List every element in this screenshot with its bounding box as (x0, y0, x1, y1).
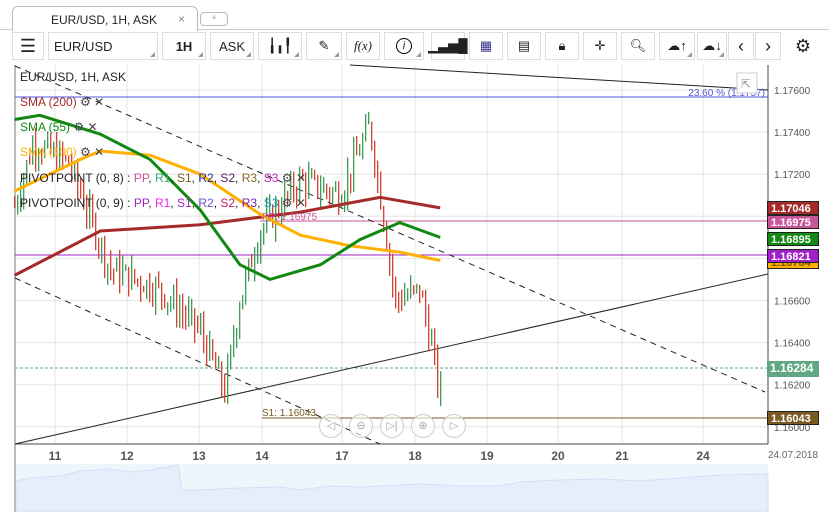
comma: , (235, 196, 242, 210)
r1: R1 (154, 171, 171, 185)
price-tick: 1.17200 (774, 170, 811, 181)
zoom-out-button[interactable]: ⊖ (349, 414, 373, 438)
close-icon[interactable]: ✕ (296, 196, 306, 210)
gear-icon[interactable]: ⚙ (80, 145, 91, 159)
reset-end-button[interactable]: ▷| (380, 414, 404, 438)
r3: R3 (241, 196, 258, 210)
time-tick: 14 (255, 449, 269, 463)
close-icon[interactable]: ✕ (94, 145, 104, 159)
pp-label: PP: 1.16975 (262, 212, 317, 223)
legend-sma55: SMA (55) ⚙ ✕ (20, 120, 98, 134)
scroll-right-button[interactable]: ▷ (442, 414, 466, 438)
close-icon[interactable]: ✕ (87, 120, 97, 134)
pivot8-label: PIVOTPOINT (0, 8) (20, 171, 124, 185)
time-tick: 13 (192, 449, 206, 463)
price-tick: 1.16600 (774, 297, 811, 308)
comma: , (170, 171, 177, 185)
sma55-label: SMA (55) (20, 120, 71, 134)
time-tick: 11 (49, 449, 62, 463)
price-tick: 1.16200 (774, 381, 811, 392)
gear-icon[interactable]: ⚙ (80, 95, 91, 109)
price-marker: 1.16284 (767, 361, 819, 377)
comma: , (257, 196, 264, 210)
s1: S1 (176, 171, 192, 185)
r2: R2 (198, 196, 214, 210)
zoom-in-button[interactable]: ⊕ (411, 414, 435, 438)
grid (15, 65, 768, 512)
r2: R2 (198, 171, 214, 185)
r1: R1 (154, 196, 171, 210)
comma: , (170, 196, 177, 210)
sma100-label: SMA (100) (20, 145, 77, 159)
price-marker: 1.16975 (767, 215, 819, 229)
price-marker: 1.16895 (767, 232, 819, 246)
scroll-right-icon: ▷ (449, 420, 459, 432)
time-tick: 17 (335, 449, 349, 463)
zoom-out-icon: ⊖ (356, 420, 366, 432)
comma: , (148, 171, 155, 185)
comma: , (235, 171, 242, 185)
trendline-top (349, 64, 769, 91)
sma200-label: SMA (200) (20, 95, 77, 109)
sep: : (123, 196, 134, 210)
pp: PP (133, 171, 149, 185)
comma: , (257, 171, 264, 185)
s2: S2 (220, 171, 236, 185)
close-icon[interactable]: ✕ (296, 171, 306, 185)
price-marker: 1.16821 (767, 249, 819, 263)
pivot9-label: PIVOTPOINT (0, 9) (20, 196, 124, 210)
expand-icon: ⇱ (741, 77, 751, 91)
time-tick: 12 (120, 449, 134, 463)
s3: S3 (263, 171, 279, 185)
price-tick: 1.17600 (774, 86, 811, 97)
s3: S3 (263, 196, 279, 210)
close-icon[interactable]: ✕ (94, 95, 104, 109)
time-tick: 24 (696, 449, 710, 463)
price-marker: 1.17046 (767, 201, 819, 215)
date-label: 24.07.2018 (768, 450, 818, 461)
scroll-left-icon: ◁ (326, 420, 336, 432)
time-tick: 19 (480, 449, 494, 463)
r3: R3 (241, 171, 258, 185)
price-tick: 1.16400 (774, 339, 811, 350)
time-tick: 18 (408, 449, 422, 463)
gear-icon[interactable]: ⚙ (282, 196, 293, 210)
price-marker: 1.16043 (767, 411, 819, 425)
s1-label: S1: 1.16043 (262, 408, 316, 419)
zoom-in-icon: ⊕ (418, 420, 428, 432)
gear-icon[interactable]: ⚙ (73, 120, 84, 134)
pp: PP (133, 196, 149, 210)
scroll-left-button[interactable]: ◁ (319, 414, 343, 438)
legend-pivot8: PIVOTPOINT (0, 8) : PP, R1, S1, R2, S2, … (20, 171, 306, 185)
price-tick: 1.17400 (774, 128, 811, 139)
legend-sma200: SMA (200) ⚙ ✕ (20, 95, 104, 109)
time-tick: 21 (615, 449, 629, 463)
skip-end-icon: ▷| (386, 420, 398, 432)
sep: : (123, 171, 134, 185)
legend-pivot9: PIVOTPOINT (0, 9) : PP, R1, S1, R2, S2, … (20, 196, 306, 210)
s1: S1 (176, 196, 192, 210)
time-tick: 20 (551, 449, 565, 463)
gear-icon[interactable]: ⚙ (282, 171, 293, 185)
comma: , (148, 196, 155, 210)
chart-title: EUR/USD, 1H, ASK (20, 70, 127, 84)
legend-sma100: SMA (100) ⚙ ✕ (20, 145, 104, 159)
s2: S2 (220, 196, 236, 210)
